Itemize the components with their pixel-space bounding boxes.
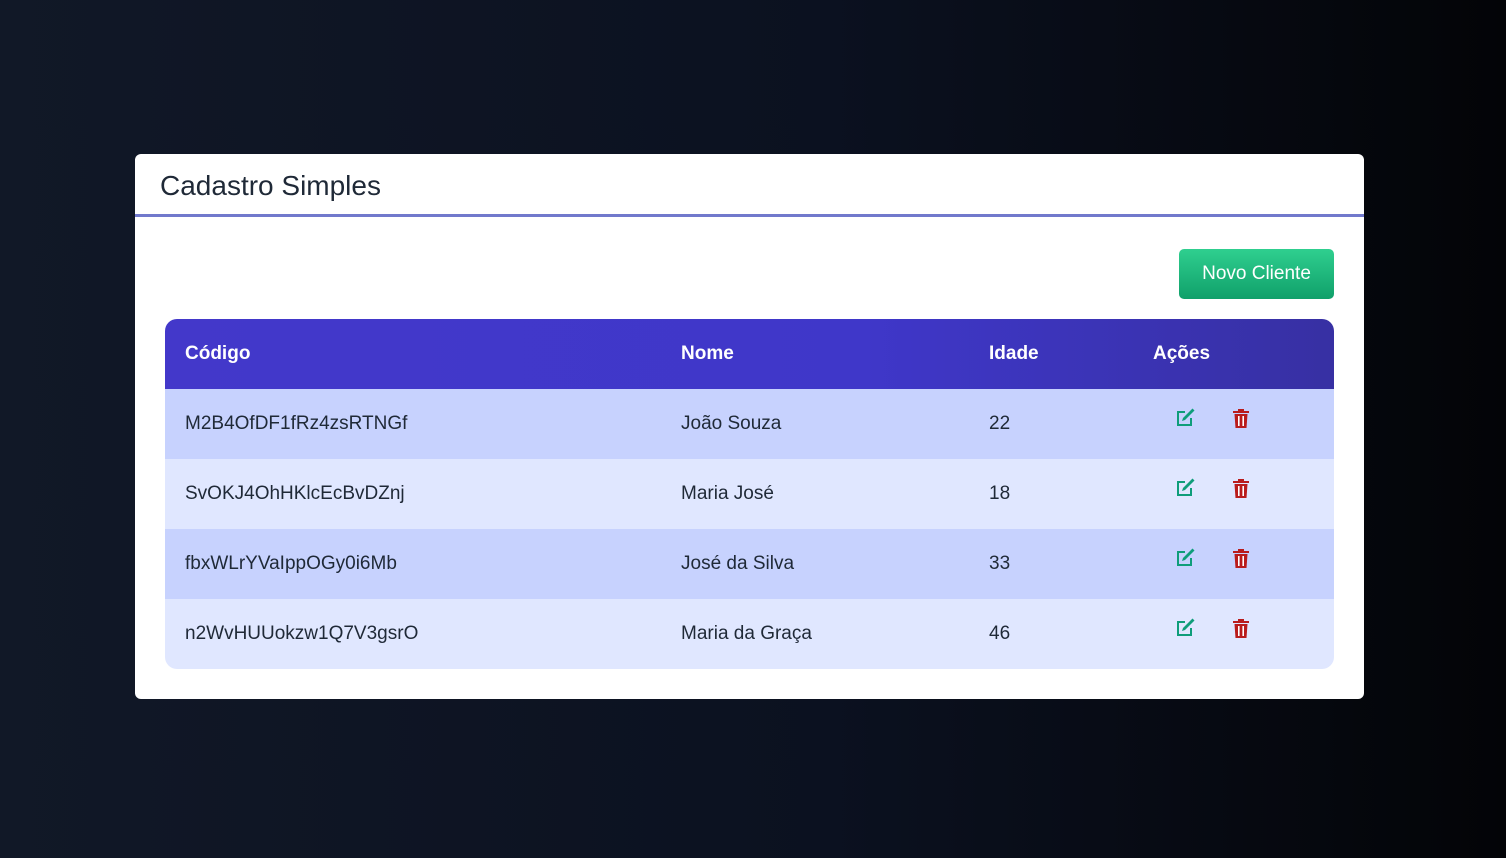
trash-icon[interactable] [1229,546,1253,570]
edit-icon[interactable] [1173,546,1197,570]
table-row: SvOKJ4OhHKlcEcBvDZnj Maria José 18 [165,459,1334,529]
table-header-row: Código Nome Idade Ações [165,319,1334,389]
panel-header: Cadastro Simples [135,154,1364,217]
edit-icon[interactable] [1173,406,1197,430]
column-header-acoes: Ações [1153,343,1211,364]
cell-codigo: M2B4OfDF1fRz4zsRTNGf [185,413,408,434]
table-row: M2B4OfDF1fRz4zsRTNGf João Souza 22 [165,389,1334,459]
new-client-button[interactable]: Novo Cliente [1179,249,1334,299]
trash-icon[interactable] [1229,616,1253,640]
cell-idade: 46 [989,623,1011,644]
table-row: fbxWLrYVaIppOGy0i6Mb José da Silva 33 [165,529,1334,599]
cell-actions [1133,599,1334,669]
cell-codigo: n2WvHUUokzw1Q7V3gsrO [185,623,419,644]
trash-icon[interactable] [1229,476,1253,500]
column-header-nome: Nome [681,343,734,364]
main-panel: Cadastro Simples Novo Cliente Código Nom… [135,154,1364,699]
cell-nome: José da Silva [681,553,795,574]
cell-actions [1133,459,1334,529]
cell-nome: Maria da Graça [681,623,812,644]
page-title: Cadastro Simples [160,170,381,201]
cell-idade: 22 [989,413,1011,434]
column-header-idade: Idade [989,343,1039,364]
cell-actions [1133,529,1334,599]
cell-idade: 18 [989,483,1011,504]
cell-codigo: SvOKJ4OhHKlcEcBvDZnj [185,483,405,504]
trash-icon[interactable] [1229,406,1253,430]
clients-table: Código Nome Idade Ações M2B4OfDF1fRz4zsR… [165,319,1334,669]
column-header-codigo: Código [185,343,251,364]
cell-nome: Maria José [681,483,774,504]
cell-idade: 33 [989,553,1011,574]
cell-nome: João Souza [681,413,782,434]
edit-icon[interactable] [1173,476,1197,500]
table-row: n2WvHUUokzw1Q7V3gsrO Maria da Graça 46 [165,599,1334,669]
cell-actions [1133,389,1334,459]
edit-icon[interactable] [1173,616,1197,640]
cell-codigo: fbxWLrYVaIppOGy0i6Mb [185,553,397,574]
